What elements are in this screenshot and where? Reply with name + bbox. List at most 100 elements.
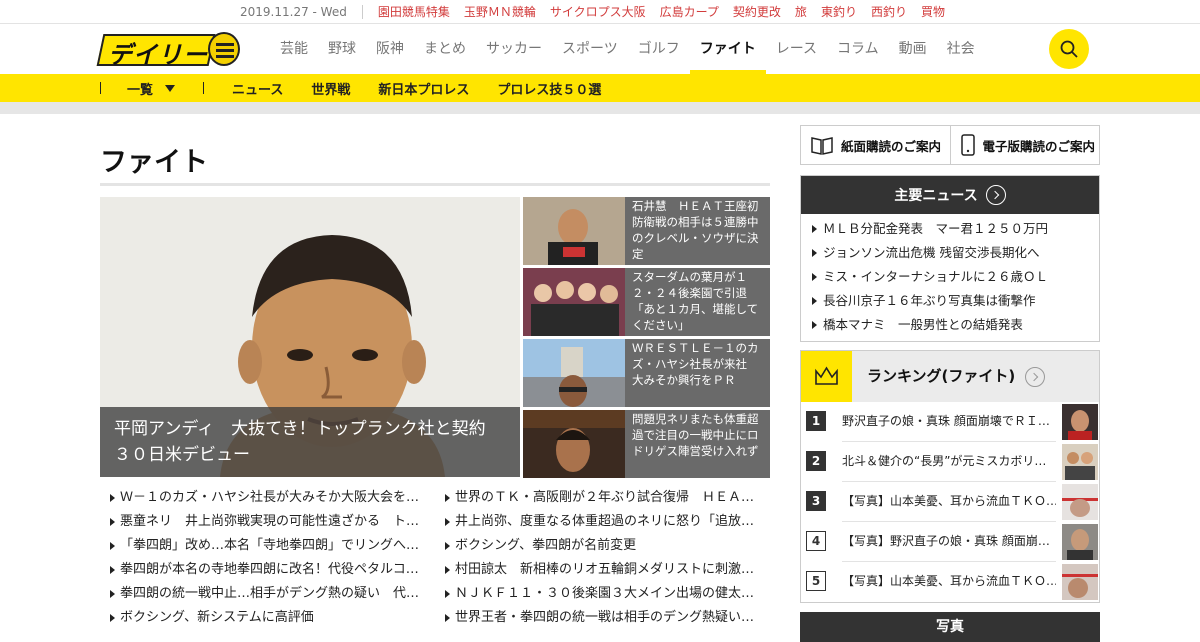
top-news-title: 主要ニュース [894,188,978,204]
list-item[interactable]: Ｗ－１のカズ・ハヤシ社長が大みそか大阪大会を… [100,486,435,510]
side-article-title: ＷＲＥＳＴＬＥ－１のカズ・ハヤシ社長が来社 大みそか興行をＰＲ [632,341,759,387]
sub-nav-news[interactable]: ニュース [232,79,283,98]
article-thumbnail [523,197,625,265]
rank-number: 1 [806,411,826,431]
sub-nav-world-title[interactable]: 世界戦 [311,79,350,98]
list-item[interactable]: 「拳四朗」改め…本名「寺地拳四朗」でリングへ… [100,534,435,558]
top-news-box: 主要ニュース ＭＬＢ分配金発表 マー君１２５０万円 ジョンソン流出危機 残留交渉… [800,175,1100,342]
sub-nav-njpw[interactable]: 新日本プロレス [378,79,469,98]
ranking-row[interactable]: 4 【写真】野沢直子の娘・真珠 顔面崩… [806,522,1098,562]
search-button[interactable] [1049,29,1089,69]
article-thumbnail [523,410,625,478]
ranking-item-title: 【写真】野沢直子の娘・真珠 顔面崩… [842,534,1050,548]
side-article-list: 石井慧 ＨＥＡＴ王座初防衛戦の相手は５連勝中のクレベル・ソウザに決定 スターダム… [523,197,770,481]
ranking-row[interactable]: 1 野沢直子の娘・真珠 顔面崩壊でＲＩ… [806,402,1098,442]
nav-society[interactable]: 社会 [937,24,985,74]
crown-icon [801,351,852,402]
ranking-header[interactable]: ランキング(ファイト) [801,351,1099,402]
list-item[interactable]: 世界王者・拳四朗の統一戦は相手のデング熱疑い… [435,606,770,630]
ranking-item-title: 【写真】山本美憂、耳から流血ＴＫＯ… [842,494,1056,508]
nav-matome[interactable]: まとめ [414,24,476,74]
article-thumbnail [523,268,625,336]
ranking-title: ランキング(ファイト) [867,367,1016,385]
side-article-title: スターダムの葉月が１２・２４後楽園で引退「あと１カ月、堪能してください」 [632,270,759,332]
list-item[interactable]: ＭＬＢ分配金発表 マー君１２５０万円 [801,217,1099,241]
top-news-list: ＭＬＢ分配金発表 マー君１２５０万円 ジョンソン流出危機 残留交渉長期化へ ミス… [801,214,1099,341]
list-item[interactable]: ボクシング、新システムに高評価 [100,606,435,630]
top-link-west-fishing[interactable]: 西釣り [871,3,907,20]
ranking-item-title: 野沢直子の娘・真珠 顔面崩壊でＲＩ… [842,414,1050,428]
nav-hanshin[interactable]: 阪神 [366,24,414,74]
list-item[interactable]: 悪童ネリ 井上尚弥戦実現の可能性遠ざかる ト… [100,510,435,534]
list-item[interactable]: 村田諒太 新相棒のリオ五輪銅メダリストに刺激… [435,558,770,582]
nav-baseball[interactable]: 野球 [318,24,366,74]
global-nav: 芸能 野球 阪神 まとめ サッカー スポーツ ゴルフ ファイト レース コラム … [270,24,985,74]
nav-column[interactable]: コラム [827,24,889,74]
ranking-row[interactable]: 3 【写真】山本美憂、耳から流血ＴＫＯ… [806,482,1098,522]
sub-nav: 一覧 ニュース 世界戦 新日本プロレス プロレス技５０選 [0,74,1200,102]
hero-caption: 平岡アンディ 大抜てき！トップランク社と契約 ３０日米デビュー [100,407,520,477]
nav-video[interactable]: 動画 [889,24,937,74]
sub-nav-all-dropdown[interactable]: 一覧 [101,79,203,98]
side-article[interactable]: 石井慧 ＨＥＡＴ王座初防衛戦の相手は５連勝中のクレベル・ソウザに決定 [523,197,770,265]
hero-article[interactable]: 平岡アンディ 大抜てき！トップランク社と契約 ３０日米デビュー [100,197,520,477]
search-icon [1060,40,1078,58]
list-item[interactable]: ジョンソン流出危機 残留交渉長期化へ [801,241,1099,265]
paper-subscribe-button[interactable]: 紙面購読のご案内 [801,126,950,164]
nav-fight[interactable]: ファイト [689,24,766,74]
side-article[interactable]: 問題児ネリまたも体重超過で注目の一戦中止にロドリゲス陣営受け入れず [523,410,770,478]
list-item[interactable]: ボクシング、拳四朗が名前変更 [435,534,770,558]
photo-section-header[interactable]: 写真 [800,612,1100,642]
nav-race[interactable]: レース [766,24,827,74]
digital-subscribe-button[interactable]: 電子版購読のご案内 [949,126,1100,164]
ranking-item-title: 北斗＆健介の“長男”が元ミスカボリ… [842,454,1047,468]
top-link-east-fishing[interactable]: 東釣り [821,3,857,20]
chevron-right-icon [985,185,1006,205]
site-logo[interactable]: デイリー [96,32,240,69]
side-article[interactable]: ＷＲＥＳＴＬＥ－１のカズ・ハヤシ社長が来社 大みそか興行をＰＲ [523,339,770,407]
ranking-box: ランキング(ファイト) 1 野沢直子の娘・真珠 顔面崩壊でＲＩ… 2 北斗＆健介… [800,350,1100,603]
list-item[interactable]: 長谷川京子１６年ぶり写真集は衝撃作 [801,289,1099,313]
rank-number: 3 [806,491,826,511]
top-link-cyclops[interactable]: サイクロプス大阪 [550,3,646,20]
nav-golf[interactable]: ゴルフ [628,24,690,74]
top-link-tamano[interactable]: 玉野ＭＮ競輪 [464,3,536,20]
top-link-travel[interactable]: 旅 [795,3,807,20]
side-article[interactable]: スターダムの葉月が１２・２４後楽園で引退「あと１カ月、堪能してください」 [523,268,770,336]
current-date: 2019.11.27 - Wed [240,4,363,19]
logo-text: デイリー [108,41,208,69]
top-strip: 2019.11.27 - Wed 園田競馬特集 玉野ＭＮ競輪 サイクロプス大阪 … [0,0,1200,24]
nav-sports[interactable]: スポーツ [552,24,628,74]
list-item[interactable]: 拳四朗が本名の寺地拳四朗に改名！代役ペタルコ… [100,558,435,582]
sub-nav-all-label: 一覧 [127,82,154,98]
rank-number: 4 [806,531,826,551]
ranking-row[interactable]: 5 【写真】山本美憂、耳から流血ＴＫＯ… [806,562,1098,602]
ranking-row[interactable]: 2 北斗＆健介の“長男”が元ミスカボリ… [806,442,1098,482]
list-item[interactable]: 拳四朗の統一戦中止…相手がデング熱の疑い 代… [100,582,435,606]
mascot-icon [208,32,240,66]
list-item[interactable]: 橋本マナミ 一般男性との結婚発表 [801,313,1099,337]
nav-geino[interactable]: 芸能 [270,24,318,74]
top-link-sonoda[interactable]: 園田競馬特集 [378,3,450,20]
list-item[interactable]: 井上尚弥、度重なる体重超過のネリに怒り「追放… [435,510,770,534]
top-link-shopping[interactable]: 買物 [921,3,945,20]
top-link-carp[interactable]: 広島カープ [660,3,719,20]
list-item[interactable]: ミス・インターナショナルに２６歳ＯＬ [801,265,1099,289]
sub-nav-pro-wrestling-moves[interactable]: プロレス技５０選 [497,79,601,98]
list-item[interactable]: ＮＪＫＦ１１・３０後楽園３大メイン出場の健太… [435,582,770,606]
ranking-thumbnail [1062,524,1098,560]
headline-list-right: 世界のＴＫ・高阪剛が２年ぶり試合復帰 ＨＥＡ… 井上尚弥、度重なる体重超過のネリ… [435,486,770,630]
top-link-contract[interactable]: 契約更改 [733,3,781,20]
ranking-thumbnail [1062,444,1098,480]
page-title: ファイト [100,147,208,178]
side-article-title: 石井慧 ＨＥＡＴ王座初防衛戦の相手は５連勝中のクレベル・ソウザに決定 [632,199,759,261]
nav-soccer[interactable]: サッカー [476,24,552,74]
title-underline [100,183,770,186]
side-article-title: 問題児ネリまたも体重超過で注目の一戦中止にロドリゲス陣営受け入れず [632,412,759,458]
smartphone-icon [960,134,975,156]
list-item[interactable]: 世界のＴＫ・高阪剛が２年ぶり試合復帰 ＨＥＡ… [435,486,770,510]
subscription-links: 紙面購読のご案内 電子版購読のご案内 [800,125,1100,165]
chevron-right-icon [1025,366,1046,387]
open-book-icon [811,137,833,155]
top-news-header[interactable]: 主要ニュース [801,176,1099,214]
